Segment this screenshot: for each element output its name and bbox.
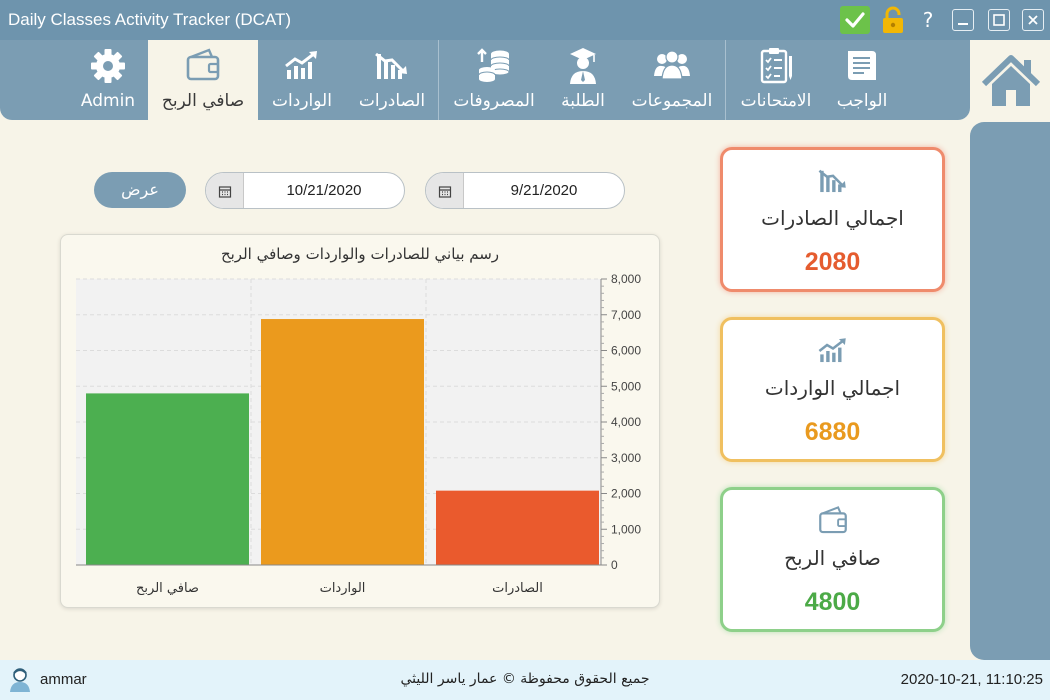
chart-title: رسم بياني للصادرات والواردات وصافي الربح: [220, 245, 500, 263]
total-expenses-card: اجمالي الصادرات 2080: [720, 147, 945, 292]
nav-label: الواجب: [836, 91, 888, 111]
wallet-icon: [183, 46, 223, 86]
date-to-picker[interactable]: 10/21/2020: [205, 172, 405, 209]
nav-label: المصروفات: [453, 91, 535, 111]
x-tick-label: الواردات: [320, 581, 366, 596]
card-value: 2080: [804, 248, 861, 276]
y-tick-label: 8,000: [611, 272, 641, 286]
datetime-text: 2020-10-21, 11:10:25: [900, 671, 1043, 688]
card-label: اجمالي الصادرات: [761, 206, 904, 230]
y-tick-label: 5,000: [611, 379, 641, 393]
y-tick-label: 0: [611, 558, 618, 572]
title-bar: Daily Classes Activity Tracker (DCAT) ?: [0, 0, 1050, 40]
nav-label: الطلبة: [561, 91, 605, 111]
total-income-card: اجمالي الواردات 6880: [720, 317, 945, 462]
trend-up-icon: [282, 46, 322, 86]
nav-label: الواردات: [272, 91, 332, 111]
nav-groups[interactable]: المجموعات: [624, 40, 720, 120]
y-tick-label: 2,000: [611, 487, 641, 501]
status-bar: ammar جميع الحقوق محفوظة © عمار ياسر الل…: [0, 660, 1050, 700]
card-value: 6880: [804, 418, 861, 446]
y-tick-label: 4,000: [611, 415, 641, 429]
nav-homework[interactable]: الواجب: [826, 40, 898, 120]
trend-down-icon: [372, 46, 412, 86]
x-tick-label: صافي الربح: [136, 581, 199, 596]
close-button[interactable]: [1022, 9, 1044, 31]
nav-label: الصادرات: [358, 91, 426, 111]
trend-up-icon: [815, 334, 851, 368]
group-icon: [652, 46, 692, 86]
x-tick-label: الصادرات: [492, 581, 543, 596]
gear-icon: [88, 46, 128, 86]
checklist-icon: [756, 46, 796, 86]
nav-income[interactable]: الواردات: [262, 40, 342, 120]
bar: [436, 490, 599, 565]
help-button[interactable]: ?: [918, 6, 938, 34]
bar-chart: صافي الربح الواردات الصادرات 0 1,000 2,000 3,0…: [76, 272, 641, 596]
nav-divider: [438, 40, 439, 120]
nav-label: Admin: [80, 91, 136, 111]
minimize-button[interactable]: [952, 9, 974, 31]
nav-net-profit[interactable]: صافي الربح: [148, 40, 258, 120]
coins-icon: [474, 46, 514, 86]
net-profit-card: صافي الربح 4800: [720, 487, 945, 632]
nav-divider: [725, 40, 726, 120]
check-icon[interactable]: [840, 6, 870, 34]
copyright-text: جميع الحقوق محفوظة © عمار ياسر الليثي: [400, 671, 650, 687]
trend-down-icon: [815, 164, 851, 198]
nav-expenses[interactable]: الصادرات: [350, 40, 434, 120]
calendar-icon[interactable]: [206, 173, 244, 208]
y-tick-label: 6,000: [611, 344, 641, 358]
chart-panel: صافي الربح الواردات الصادرات 0 1,000 2,000 3,0…: [60, 234, 660, 608]
home-button[interactable]: [972, 40, 1050, 120]
nav-admin[interactable]: Admin: [72, 40, 144, 120]
lock-icon[interactable]: [880, 6, 906, 34]
y-tick-label: 7,000: [611, 308, 641, 322]
wallet-icon: [815, 504, 851, 538]
nav-label: المجموعات: [631, 91, 713, 111]
nav-label: الامتحانات: [740, 91, 812, 111]
card-label: صافي الربح: [784, 546, 881, 570]
show-button[interactable]: عرض: [94, 172, 186, 208]
graduate-icon: [563, 46, 603, 86]
side-panel: [970, 122, 1050, 660]
card-value: 4800: [804, 588, 861, 616]
nav-label: صافي الربح: [161, 91, 245, 111]
card-label: اجمالي الواردات: [764, 376, 901, 400]
maximize-button[interactable]: [988, 9, 1010, 31]
home-icon: [981, 55, 1041, 106]
nav-exams[interactable]: الامتحانات: [734, 40, 818, 120]
bar: [261, 319, 424, 565]
nav-students[interactable]: الطلبة: [550, 40, 616, 120]
bar: [86, 393, 249, 565]
y-tick-label: 1,000: [611, 522, 641, 536]
main-nav: Admin صافي الربح الواردات الصادرات المصر…: [0, 40, 970, 120]
y-tick-label: 3,000: [611, 451, 641, 465]
date-from-picker[interactable]: 9/21/2020: [425, 172, 625, 209]
window-title: Daily Classes Activity Tracker (DCAT): [8, 10, 292, 29]
nav-costs[interactable]: المصروفات: [446, 40, 542, 120]
calendar-icon[interactable]: [426, 173, 464, 208]
notes-icon: [842, 46, 882, 86]
date-to-value[interactable]: 10/21/2020: [244, 182, 404, 199]
date-from-value[interactable]: 9/21/2020: [464, 182, 624, 199]
